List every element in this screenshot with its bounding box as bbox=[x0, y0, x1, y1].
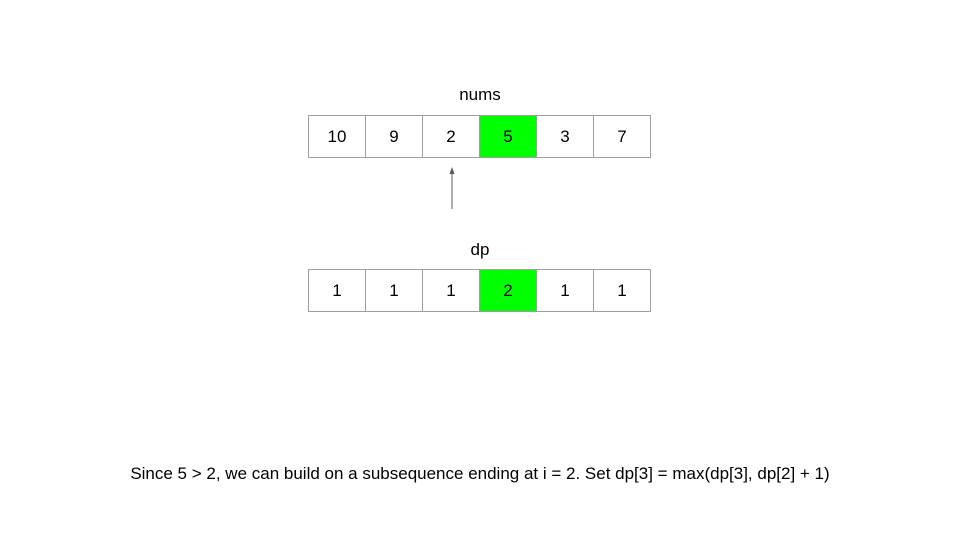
dp-cell: 1 bbox=[366, 270, 423, 312]
nums-cell: 3 bbox=[537, 116, 594, 158]
dp-title: dp bbox=[470, 240, 490, 259]
dp-cell: 1 bbox=[423, 270, 480, 312]
dp-array: 111211 bbox=[308, 269, 651, 312]
caption: Since 5 > 2, we can build on a subsequen… bbox=[130, 464, 830, 483]
pointer-arrow bbox=[449, 167, 455, 209]
nums-cell: 5 bbox=[480, 116, 537, 158]
nums-cell: 2 bbox=[423, 116, 480, 158]
dp-cell: 2 bbox=[480, 270, 537, 312]
dp-cell: 1 bbox=[309, 270, 366, 312]
nums-cell: 10 bbox=[309, 116, 366, 158]
dp-cell: 1 bbox=[594, 270, 651, 312]
nums-cell: 7 bbox=[594, 116, 651, 158]
nums-cell: 9 bbox=[366, 116, 423, 158]
nums-title: nums bbox=[459, 85, 501, 104]
pointer-arrow-head bbox=[449, 167, 455, 174]
nums-array: 10 9 2 5 3 7 bbox=[308, 115, 651, 158]
dp-cell: 1 bbox=[537, 270, 594, 312]
